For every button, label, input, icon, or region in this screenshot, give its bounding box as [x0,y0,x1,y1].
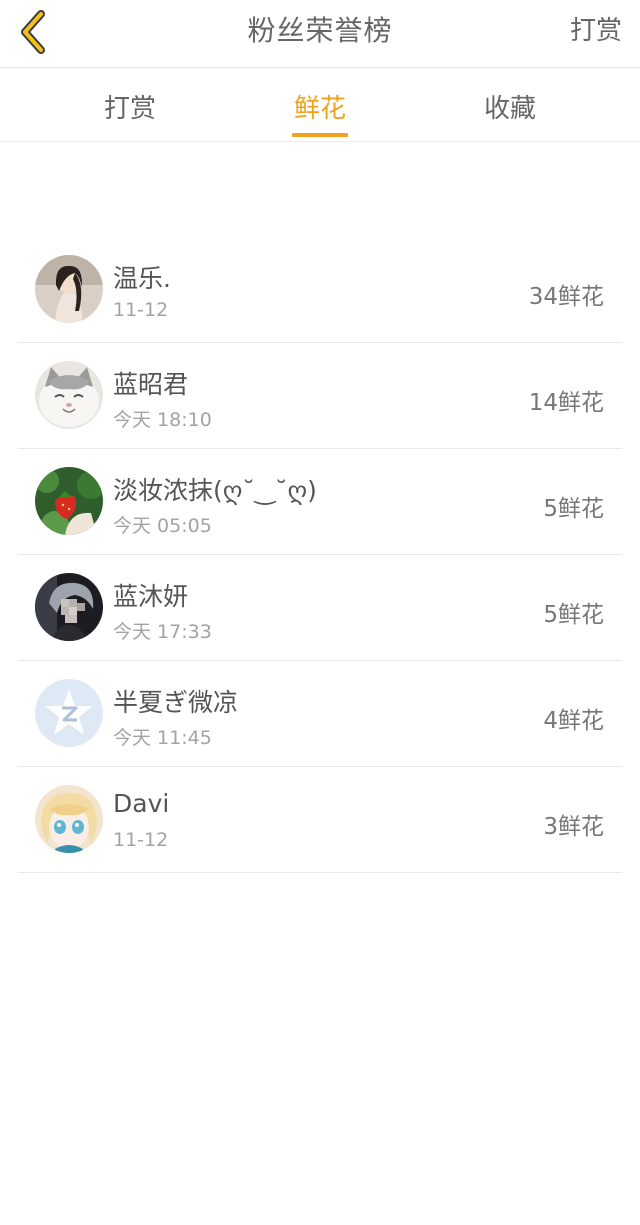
fan-name: 蓝沐妍 [113,582,189,611]
tab-bar: 打赏 鲜花 收藏 [0,69,640,142]
fan-ranking-list: 温乐. 11-12 34鲜花 蓝昭君 今天 18:10 14鲜花 淡妆浓抹(ღ˘… [18,237,622,873]
active-tab-indicator [292,133,348,137]
avatar [35,467,103,535]
list-item[interactable]: 温乐. 11-12 34鲜花 [18,237,622,343]
flower-count: 5鲜花 [543,496,604,522]
avatar [35,361,103,429]
list-item[interactable]: 淡妆浓抹(ღ˘‿˘ღ) 今天 05:05 5鲜花 [18,449,622,555]
list-item[interactable]: 蓝沐妍 今天 17:33 5鲜花 [18,555,622,661]
avatar [35,785,103,853]
fan-name: 温乐. [113,264,171,293]
back-button[interactable] [14,8,54,56]
fan-name: Davi [113,789,170,818]
fan-time: 今天 05:05 [113,515,212,537]
tab-label: 鲜花 [293,94,346,124]
avatar [35,255,103,323]
fan-name: 半夏ぎ微凉 [113,688,239,717]
tab-label: 收藏 [483,94,536,124]
page-title: 粉丝荣誉榜 [247,14,393,47]
tab-label: 打赏 [103,94,156,124]
fan-time: 今天 11:45 [113,727,212,749]
avatar [35,573,103,641]
fan-time: 今天 18:10 [113,409,212,431]
list-item[interactable]: 半夏ぎ微凉 今天 11:45 4鲜花 [18,661,622,767]
flower-count: 34鲜花 [528,284,604,310]
flower-count: 14鲜花 [528,390,604,416]
fan-time: 11-12 [113,829,169,851]
reward-button[interactable]: 打赏 [570,0,622,62]
fan-name: 蓝昭君 [113,370,189,399]
flower-count: 3鲜花 [543,814,604,840]
tab-flowers[interactable]: 鲜花 [260,69,380,141]
flower-count: 4鲜花 [543,708,604,734]
fan-time: 今天 17:33 [113,621,212,643]
flower-count: 5鲜花 [543,602,604,628]
top-bar: 粉丝荣誉榜 打赏 [0,0,640,68]
fan-time: 11-12 [113,299,169,321]
avatar [35,679,103,747]
list-item[interactable]: 蓝昭君 今天 18:10 14鲜花 [18,343,622,449]
fan-name: 淡妆浓抹(ღ˘‿˘ღ) [113,476,317,505]
tab-reward[interactable]: 打赏 [70,69,190,141]
list-item[interactable]: Davi 11-12 3鲜花 [18,767,622,873]
tab-favorites[interactable]: 收藏 [450,69,570,141]
chevron-left-icon [14,8,54,56]
